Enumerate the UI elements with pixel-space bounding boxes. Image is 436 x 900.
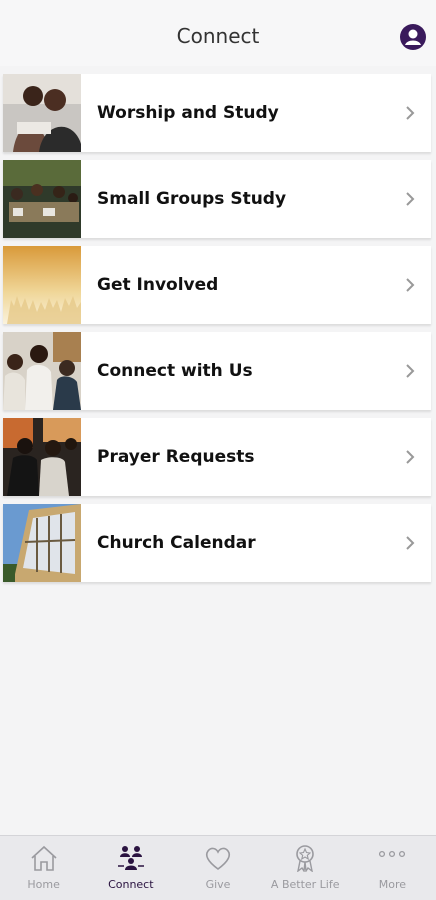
- list-item-get-involved[interactable]: Get Involved: [3, 246, 431, 324]
- tab-a-better-life[interactable]: A Better Life: [262, 836, 349, 900]
- chevron-right-icon: [406, 192, 415, 206]
- tab-home[interactable]: Home: [0, 836, 87, 900]
- list-item-prayer-requests[interactable]: Prayer Requests: [3, 418, 431, 496]
- chevron-right-icon: [406, 450, 415, 464]
- tab-label: Give: [205, 878, 231, 891]
- list-item-church-calendar[interactable]: Church Calendar: [3, 504, 431, 582]
- header-bar: Connect: [0, 0, 436, 66]
- bottom-tab-bar: Home Connect Give A Better Life More: [0, 835, 436, 900]
- small-groups-thumbnail: [3, 160, 81, 238]
- list-item-label: Get Involved: [97, 275, 219, 295]
- chevron-right-icon: [406, 106, 415, 120]
- list-item-label: Prayer Requests: [97, 447, 255, 467]
- tab-more[interactable]: More: [349, 836, 436, 900]
- people-icon: [117, 846, 144, 870]
- list-item-connect-with-us[interactable]: Connect with Us: [3, 332, 431, 410]
- chevron-right-icon: [406, 278, 415, 292]
- connect-with-us-thumbnail: [3, 332, 81, 410]
- list-item-label: Small Groups Study: [97, 189, 287, 209]
- more-dots-icon: [379, 850, 406, 858]
- list-item-small-groups-study[interactable]: Small Groups Study: [3, 160, 431, 238]
- prayer-requests-thumbnail: [3, 418, 81, 496]
- tab-label: Home: [27, 878, 60, 891]
- page-title: Connect: [176, 24, 260, 48]
- ribbon-icon: [296, 845, 315, 872]
- tab-label: A Better Life: [270, 878, 340, 891]
- home-icon: [31, 845, 57, 871]
- chevron-right-icon: [406, 364, 415, 378]
- profile-icon[interactable]: [400, 24, 426, 50]
- list-item-label: Worship and Study: [97, 103, 279, 123]
- tab-label: More: [378, 878, 407, 891]
- worship-thumbnail: [3, 74, 81, 152]
- get-involved-thumbnail: [3, 246, 81, 324]
- tab-label: Connect: [108, 878, 154, 891]
- chevron-right-icon: [406, 536, 415, 550]
- connect-list: Worship and Study Small Groups Study Get…: [3, 74, 431, 590]
- list-item-label: Connect with Us: [97, 361, 253, 381]
- tab-give[interactable]: Give: [174, 836, 261, 900]
- list-item-label: Church Calendar: [97, 533, 256, 553]
- list-item-worship-and-study[interactable]: Worship and Study: [3, 74, 431, 152]
- tab-connect[interactable]: Connect: [87, 836, 174, 900]
- heart-icon: [205, 847, 231, 870]
- church-calendar-thumbnail: [3, 504, 81, 582]
